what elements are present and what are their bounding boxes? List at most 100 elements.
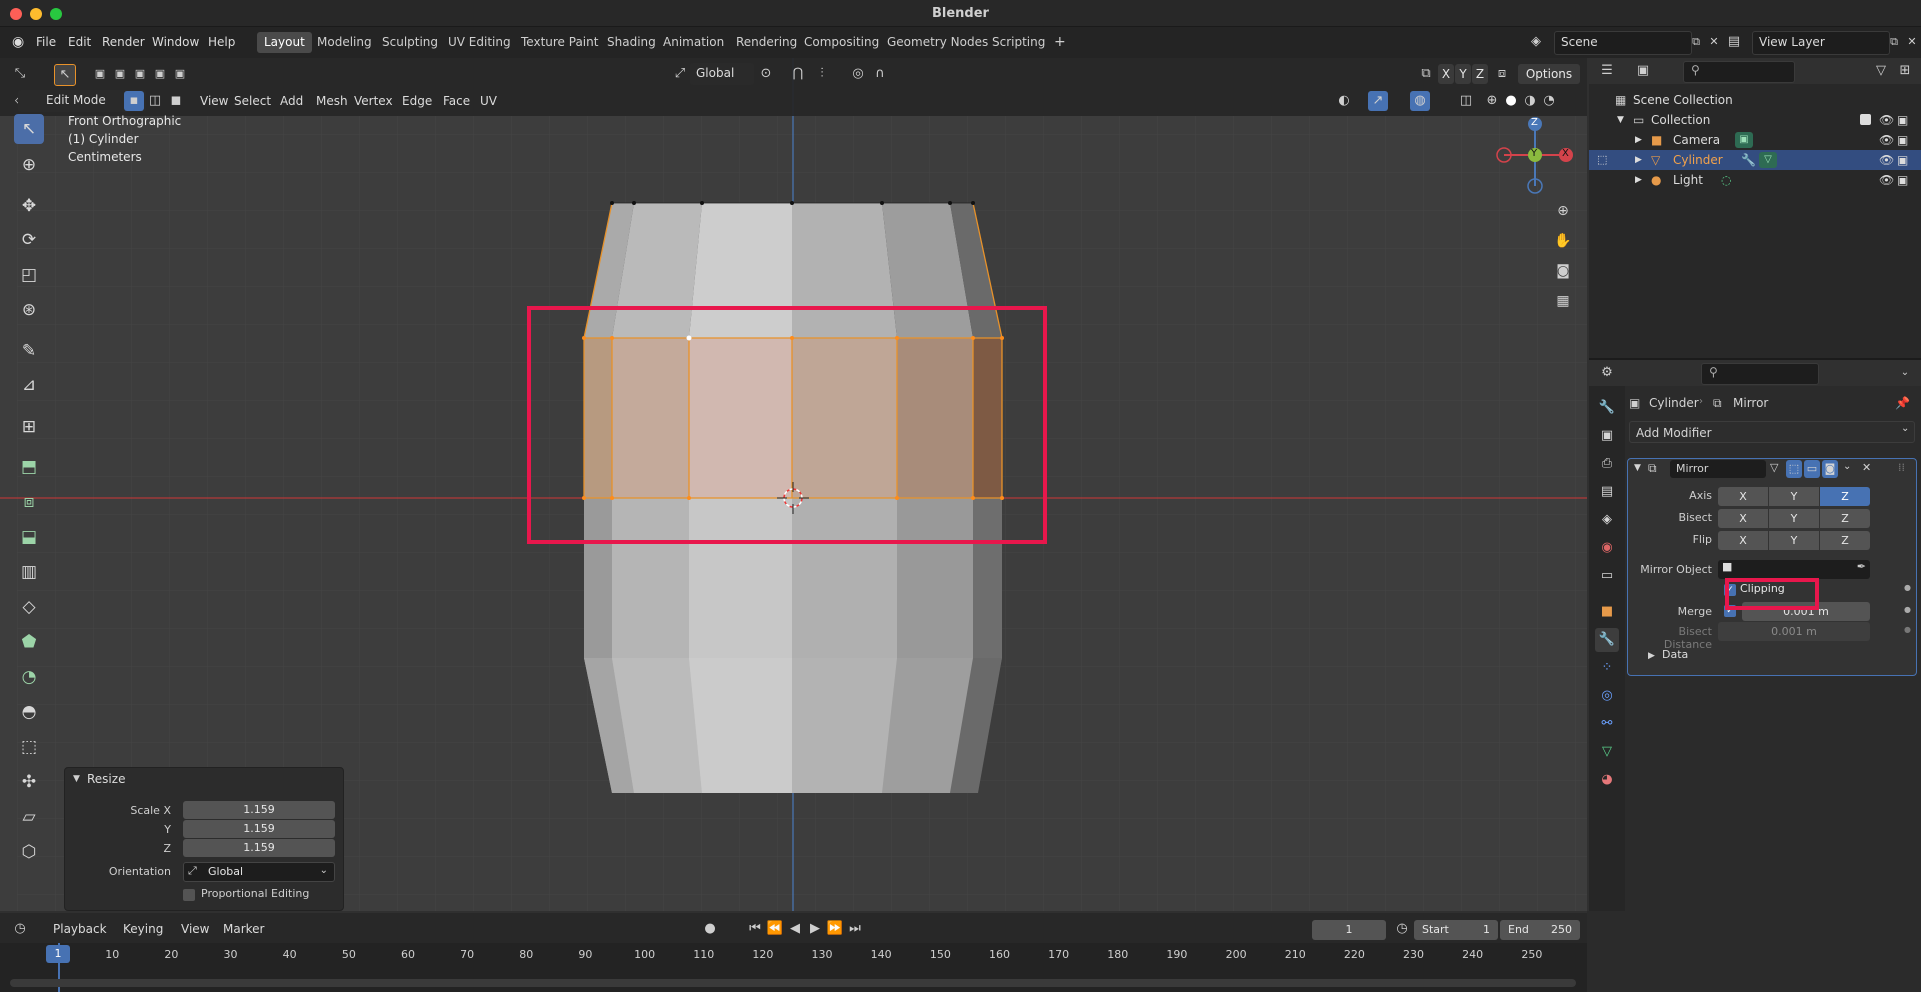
visibility-eye-icon[interactable]: 👁 xyxy=(1879,130,1894,150)
xray-icon[interactable]: ◫ xyxy=(1456,91,1476,111)
annotate-tool-icon[interactable]: ✎ xyxy=(14,336,44,366)
proportional-editing-icon[interactable]: ◎ xyxy=(848,64,868,84)
pin-icon[interactable]: 📌 xyxy=(1895,396,1910,410)
add-modifier-dropdown[interactable]: Add Modifier xyxy=(1629,421,1915,443)
outliner-search-input[interactable] xyxy=(1683,61,1795,83)
view-layer-icon[interactable]: ▤ xyxy=(1724,32,1744,52)
poly-build-tool-icon[interactable]: ⬟ xyxy=(14,627,44,657)
menu-edit[interactable]: Edit xyxy=(62,33,97,52)
properties-editor-type-icon[interactable]: ⚙ xyxy=(1597,363,1617,383)
edit-mode-icon[interactable]: ⬚ xyxy=(1597,150,1607,170)
outliner-editor-type-icon[interactable]: ☰ xyxy=(1597,61,1617,81)
viewport-menu-add[interactable]: Add xyxy=(274,92,309,111)
rendered-shading-icon[interactable]: ◔ xyxy=(1539,91,1559,111)
editor-type-icon[interactable]: ⤡ xyxy=(10,64,30,84)
add-workspace-icon[interactable]: + xyxy=(1047,32,1073,53)
bisect-z-toggle[interactable]: Z xyxy=(1820,509,1870,528)
expand-arrow-icon[interactable]: ▶ xyxy=(1635,130,1642,150)
knife-tool-icon[interactable]: ◇ xyxy=(14,592,44,622)
snap-target-icon[interactable]: ⫶ xyxy=(812,64,832,84)
select-mode-extend-icon[interactable]: ▣ xyxy=(110,64,130,84)
data-subpanel-label[interactable]: Data xyxy=(1662,648,1688,661)
tab-shading[interactable]: Shading xyxy=(600,32,663,53)
world-tab-icon[interactable]: ◉ xyxy=(1595,536,1619,560)
edit-mode-toggle-icon[interactable]: ⬚ xyxy=(1786,460,1802,478)
mirror-object-field[interactable]: ■ ✒ xyxy=(1718,560,1870,579)
render-camera-icon[interactable]: ▣ xyxy=(1897,130,1908,150)
tab-animation[interactable]: Animation xyxy=(656,32,731,53)
bisect-distance-field[interactable]: 0.001 m xyxy=(1718,622,1870,641)
scene-icon[interactable]: ◈ xyxy=(1526,32,1546,52)
solid-shading-icon[interactable]: ● xyxy=(1501,91,1521,111)
edit-cage-icon[interactable]: ▽ xyxy=(1770,461,1778,474)
mirror-y-toggle[interactable]: Y xyxy=(1455,64,1471,84)
viewport-menu-edge[interactable]: Edge xyxy=(396,92,438,111)
light-data-icon[interactable]: ◌ xyxy=(1721,170,1731,190)
transform-tool-icon[interactable]: ⊛ xyxy=(14,295,44,325)
modifier-name-field[interactable]: Mirror xyxy=(1670,460,1766,478)
eyedropper-icon[interactable]: ✒ xyxy=(1857,560,1866,573)
orientation-dropdown[interactable]: ⤢ Global ⌄ xyxy=(183,862,335,882)
animate-property-icon[interactable]: ● xyxy=(1904,605,1911,614)
shear-tool-icon[interactable]: ▱ xyxy=(14,802,44,832)
tab-scripting[interactable]: Scripting xyxy=(985,32,1052,53)
mesh-data-tab-icon[interactable]: ▽ xyxy=(1595,740,1619,764)
select-box-icon[interactable]: ↖ xyxy=(54,64,76,86)
tab-geometry-nodes[interactable]: Geometry Nodes xyxy=(880,32,995,53)
viewport-menu-face[interactable]: Face xyxy=(437,92,476,111)
render-camera-icon[interactable]: ▣ xyxy=(1897,170,1908,190)
properties-search-input[interactable] xyxy=(1701,363,1819,385)
new-view-layer-icon[interactable]: ⧉ xyxy=(1884,32,1904,52)
viewport-display-icon[interactable]: ▭ xyxy=(1804,460,1820,478)
loop-cut-tool-icon[interactable]: ▥ xyxy=(14,557,44,587)
tab-sculpting[interactable]: Sculpting xyxy=(375,32,445,53)
menu-render[interactable]: Render xyxy=(96,33,151,52)
expand-arrow-icon[interactable]: ▼ xyxy=(1617,110,1624,130)
select-mode-invert-icon[interactable]: ▣ xyxy=(150,64,170,84)
view-layer-tab-icon[interactable]: ▤ xyxy=(1595,480,1619,504)
tab-compositing[interactable]: Compositing xyxy=(797,32,886,53)
move-tool-icon[interactable]: ✥ xyxy=(14,191,44,221)
scene-tab-icon[interactable]: ◈ xyxy=(1595,508,1619,532)
rotate-tool-icon[interactable]: ⟳ xyxy=(14,225,44,255)
rip-region-tool-icon[interactable]: ⬡ xyxy=(14,837,44,867)
outliner-camera[interactable]: ▶ ■ Camera ▣ 👁 ▣ xyxy=(1589,130,1921,150)
axis-x-toggle[interactable]: X xyxy=(1718,487,1768,506)
inset-tool-icon[interactable]: ⧈ xyxy=(14,487,44,517)
viewport-menu-uv[interactable]: UV xyxy=(474,92,503,111)
delete-view-layer-icon[interactable]: ✕ xyxy=(1902,32,1921,52)
viewport-menu-select[interactable]: Select xyxy=(228,92,277,111)
outliner-scene-collection[interactable]: ▦ Scene Collection xyxy=(1589,90,1921,110)
select-mode-intersect-icon[interactable]: ▣ xyxy=(170,64,190,84)
modifier-tab-icon[interactable]: 🔧 xyxy=(1595,628,1619,652)
menu-window[interactable]: Window xyxy=(146,33,205,52)
tab-texture-paint[interactable]: Texture Paint xyxy=(514,32,605,53)
tab-layout[interactable]: Layout xyxy=(257,32,312,53)
constraints-tab-icon[interactable]: ⚯ xyxy=(1595,712,1619,736)
spin-tool-icon[interactable]: ◔ xyxy=(14,662,44,692)
axis-y-toggle[interactable]: Y xyxy=(1769,487,1819,506)
pivot-point-icon[interactable]: ⊙ xyxy=(756,64,776,84)
collapse-modifier-icon[interactable]: ▼ xyxy=(1634,463,1641,473)
menu-help[interactable]: Help xyxy=(202,33,241,52)
scale-x-field[interactable]: 1.159 xyxy=(183,801,335,819)
add-cube-tool-icon[interactable]: ⊞ xyxy=(14,412,44,442)
visibility-eye-icon[interactable]: 👁 xyxy=(1879,170,1894,190)
options-dropdown[interactable]: Options xyxy=(1518,64,1580,84)
flip-y-toggle[interactable]: Y xyxy=(1769,531,1819,550)
render-camera-icon[interactable]: ▣ xyxy=(1897,150,1908,170)
edge-select-icon[interactable]: ◫ xyxy=(145,91,165,111)
menu-file[interactable]: File xyxy=(30,33,62,52)
viewport-menu-vertex[interactable]: Vertex xyxy=(348,92,399,111)
wireframe-shading-icon[interactable]: ⊕ xyxy=(1482,91,1502,111)
expand-arrow-icon[interactable]: ▶ xyxy=(1648,651,1655,661)
scale-y-field[interactable]: 1.159 xyxy=(183,820,335,838)
bisect-y-toggle[interactable]: Y xyxy=(1769,509,1819,528)
filter-icon[interactable]: ▽ xyxy=(1871,61,1891,81)
delete-scene-icon[interactable]: ✕ xyxy=(1704,32,1724,52)
physics-tab-icon[interactable]: ◎ xyxy=(1595,684,1619,708)
axis-z-toggle[interactable]: Z xyxy=(1820,487,1870,506)
selectability-visibility-icon[interactable]: ◐ xyxy=(1334,91,1354,111)
mirror-x-toggle[interactable]: X xyxy=(1438,64,1454,84)
chevron-down-icon[interactable]: ⌄ xyxy=(1895,363,1915,383)
